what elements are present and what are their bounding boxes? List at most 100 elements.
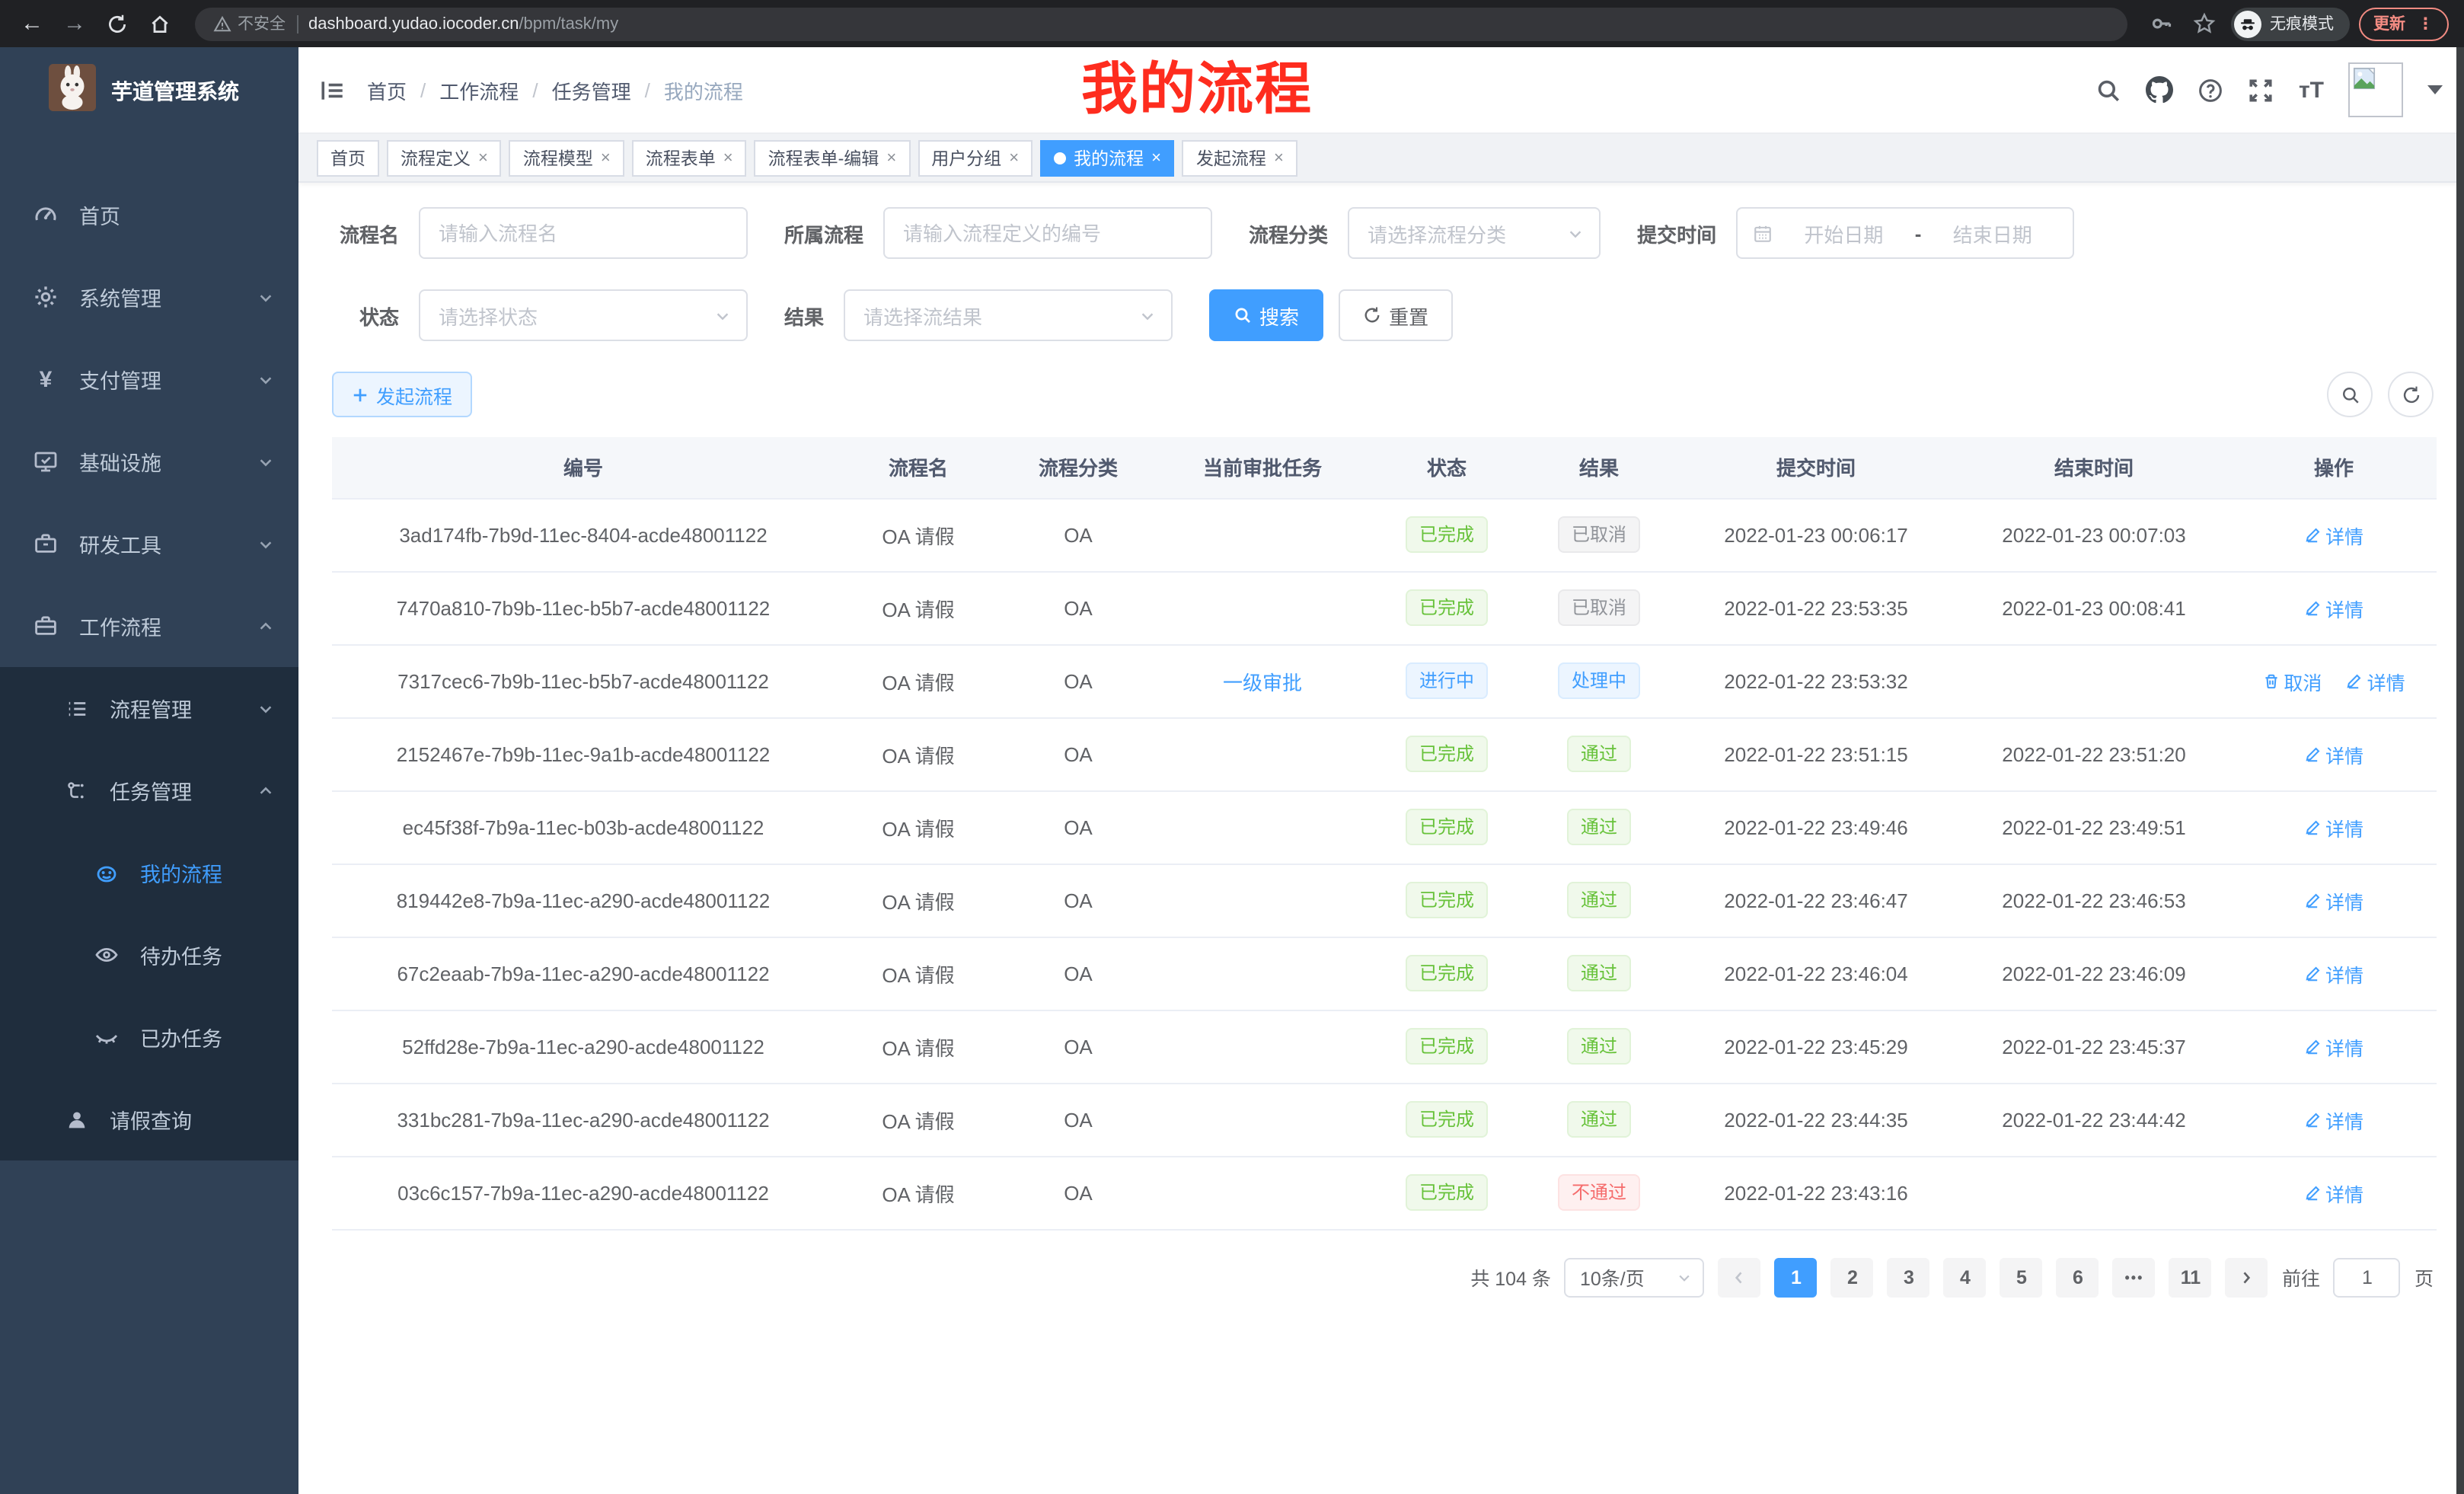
status-badge: 进行中 bbox=[1406, 662, 1488, 699]
close-icon[interactable]: × bbox=[478, 148, 488, 167]
show-search-toggle-button[interactable] bbox=[2327, 372, 2373, 417]
detail-action[interactable]: 详情 bbox=[2346, 666, 2405, 695]
tab-process-definition[interactable]: 流程定义× bbox=[387, 139, 502, 176]
back-icon[interactable]: ← bbox=[15, 7, 49, 40]
page-button-5[interactable]: 5 bbox=[2000, 1257, 2043, 1297]
detail-action[interactable]: 详情 bbox=[2304, 886, 2363, 915]
close-icon[interactable]: × bbox=[886, 148, 896, 167]
sidebar-item-my-process[interactable]: 我的流程 bbox=[0, 832, 298, 914]
next-page-button[interactable] bbox=[2226, 1257, 2268, 1297]
tab-start-process[interactable]: 发起流程× bbox=[1183, 139, 1297, 176]
submit-time-range-picker[interactable]: 开始日期 - 结束日期 bbox=[1736, 207, 2074, 259]
incognito-icon bbox=[2233, 10, 2261, 37]
detail-action[interactable]: 详情 bbox=[2304, 1178, 2363, 1207]
close-icon[interactable]: × bbox=[601, 148, 611, 167]
detail-action[interactable]: 详情 bbox=[2304, 520, 2363, 549]
detail-action[interactable]: 详情 bbox=[2304, 593, 2363, 622]
detail-action[interactable]: 详情 bbox=[2304, 959, 2363, 988]
breadcrumb-task-mgmt[interactable]: 任务管理 bbox=[552, 75, 631, 104]
status-badge: 已完成 bbox=[1406, 955, 1488, 991]
prev-page-button[interactable] bbox=[1719, 1257, 1761, 1297]
tab-process-form[interactable]: 流程表单× bbox=[632, 139, 747, 176]
collapse-sidebar-icon[interactable] bbox=[320, 77, 346, 103]
close-icon[interactable]: × bbox=[1009, 148, 1019, 167]
result-badge: 已取消 bbox=[1558, 516, 1640, 553]
page-button-3[interactable]: 3 bbox=[1888, 1257, 1930, 1297]
sidebar-item-process-mgmt[interactable]: 流程管理 bbox=[0, 667, 298, 749]
update-button[interactable]: 更新 ⋮ bbox=[2358, 7, 2449, 40]
search-icon[interactable] bbox=[2096, 77, 2122, 103]
result-select[interactable]: 请选择流结果 bbox=[844, 289, 1173, 341]
sidebar-item-workflow[interactable]: 工作流程 bbox=[0, 585, 298, 667]
tab-user-group[interactable]: 用户分组× bbox=[918, 139, 1033, 176]
avatar[interactable] bbox=[2348, 62, 2403, 117]
sidebar-item-home[interactable]: 首页 bbox=[0, 174, 298, 256]
process-name: OA 请假 bbox=[882, 525, 954, 547]
refresh-table-button[interactable] bbox=[2388, 372, 2434, 417]
sidebar-item-devtools[interactable]: 研发工具 bbox=[0, 503, 298, 585]
edit-icon bbox=[2304, 1111, 2321, 1128]
process-category: OA bbox=[1064, 1108, 1093, 1131]
process-category-select[interactable]: 请选择流程分类 bbox=[1348, 207, 1601, 259]
page-button-2[interactable]: 2 bbox=[1831, 1257, 1874, 1297]
key-icon[interactable] bbox=[2145, 7, 2178, 40]
table-toolbar: 发起流程 bbox=[332, 372, 2434, 417]
sidebar-item-todo-tasks[interactable]: 待办任务 bbox=[0, 914, 298, 996]
cancel-action[interactable]: 取消 bbox=[2262, 666, 2322, 695]
reload-icon[interactable] bbox=[101, 7, 134, 40]
sidebar-item-payment[interactable]: ¥ 支付管理 bbox=[0, 338, 298, 420]
close-icon[interactable]: × bbox=[1274, 148, 1284, 167]
address-bar[interactable]: 不安全 dashboard.yudao.iocoder.cn/bpm/task/… bbox=[195, 7, 2127, 40]
detail-action[interactable]: 详情 bbox=[2304, 739, 2363, 768]
page-button-4[interactable]: 4 bbox=[1944, 1257, 1987, 1297]
sidebar-item-system[interactable]: 系统管理 bbox=[0, 256, 298, 338]
tab-process-model[interactable]: 流程模型× bbox=[509, 139, 624, 176]
caret-down-icon[interactable] bbox=[2427, 85, 2443, 94]
sidebar-item-infra[interactable]: 基础设施 bbox=[0, 420, 298, 503]
col-name: 流程名 bbox=[835, 437, 1002, 498]
sidebar-logo[interactable]: 芋道管理系统 bbox=[0, 47, 298, 134]
sidebar-item-done-tasks[interactable]: 已办任务 bbox=[0, 996, 298, 1078]
page-size-select[interactable]: 10条/页 bbox=[1565, 1257, 1705, 1297]
font-size-icon[interactable]: тT bbox=[2299, 77, 2324, 103]
tab-process-form-edit[interactable]: 流程表单-编辑× bbox=[755, 139, 911, 176]
page-button-1[interactable]: 1 bbox=[1775, 1257, 1818, 1297]
goto-page-input[interactable] bbox=[2334, 1257, 2401, 1297]
kebab-menu-icon[interactable]: ⋮ bbox=[2418, 14, 2434, 33]
help-icon[interactable] bbox=[2198, 77, 2224, 103]
result-badge: 通过 bbox=[1567, 882, 1631, 918]
submit-time: 2022-01-22 23:49:46 bbox=[1724, 816, 1907, 838]
security-label: 不安全 bbox=[238, 12, 286, 35]
tab-home[interactable]: 首页 bbox=[317, 139, 379, 176]
chevron-down-icon bbox=[257, 371, 274, 388]
forward-icon[interactable]: → bbox=[58, 7, 91, 40]
page-button-6[interactable]: 6 bbox=[2057, 1257, 2099, 1297]
close-icon[interactable]: × bbox=[1151, 148, 1161, 167]
current-task-link[interactable]: 一级审批 bbox=[1223, 666, 1302, 695]
ssl-warning-icon[interactable]: 不安全 bbox=[213, 12, 286, 35]
detail-action[interactable]: 详情 bbox=[2304, 1105, 2363, 1134]
tab-my-process[interactable]: 我的流程× bbox=[1040, 139, 1175, 176]
search-button[interactable]: 搜索 bbox=[1209, 289, 1323, 341]
process-definition-input[interactable] bbox=[883, 207, 1212, 259]
github-icon[interactable] bbox=[2146, 76, 2174, 104]
bookmark-star-icon[interactable] bbox=[2188, 7, 2221, 40]
sidebar-item-task-mgmt[interactable]: 任务管理 bbox=[0, 749, 298, 832]
fullscreen-icon[interactable] bbox=[2249, 77, 2274, 103]
home-icon[interactable] bbox=[143, 7, 177, 40]
page-ellipsis[interactable]: ••• bbox=[2113, 1257, 2156, 1297]
page-button-11[interactable]: 11 bbox=[2169, 1257, 2212, 1297]
detail-action[interactable]: 详情 bbox=[2304, 1032, 2363, 1061]
sidebar-item-leave-query[interactable]: 请假查询 bbox=[0, 1078, 298, 1160]
window-scrollbar[interactable] bbox=[2456, 47, 2464, 1494]
create-process-button[interactable]: 发起流程 bbox=[332, 372, 472, 417]
eye-icon bbox=[94, 943, 119, 967]
close-icon[interactable]: × bbox=[723, 148, 733, 167]
breadcrumb-workflow[interactable]: 工作流程 bbox=[439, 75, 519, 104]
breadcrumb-home[interactable]: 首页 bbox=[367, 75, 407, 104]
process-name-input[interactable] bbox=[419, 207, 748, 259]
status-select[interactable]: 请选择状态 bbox=[419, 289, 748, 341]
reset-button[interactable]: 重置 bbox=[1339, 289, 1453, 341]
eye-closed-icon bbox=[94, 1025, 119, 1049]
detail-action[interactable]: 详情 bbox=[2304, 812, 2363, 841]
